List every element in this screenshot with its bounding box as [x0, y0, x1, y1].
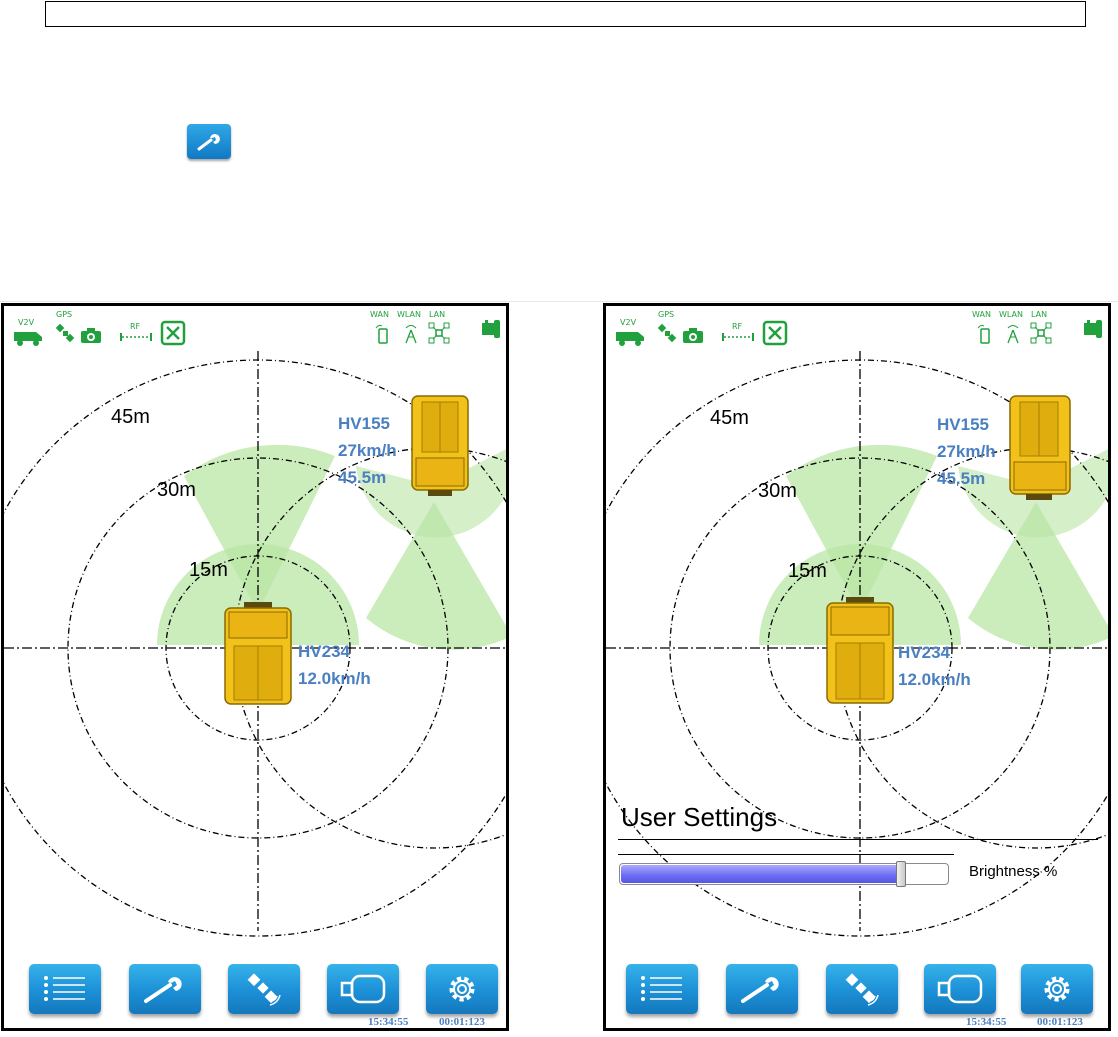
settings-button[interactable]	[1021, 964, 1093, 1014]
wrench-icon	[741, 977, 779, 1003]
vehicle-speed: 27km/h	[937, 442, 996, 461]
rf-range-icon	[722, 333, 754, 341]
vehicle-distance: 45.5m	[937, 469, 986, 488]
gps-label: GPS	[56, 310, 73, 319]
lan-network-icon	[1030, 322, 1052, 344]
wlan-antenna-icon	[1007, 325, 1019, 344]
vehicle-hv234-icon	[224, 602, 292, 705]
brightness-slider[interactable]	[619, 861, 949, 887]
satellite-icon	[247, 973, 281, 1006]
gps-satellite-icon	[55, 323, 75, 343]
settings-divider	[618, 854, 954, 855]
connector-icon	[1084, 320, 1102, 338]
wrench-button[interactable]	[726, 964, 798, 1014]
brightness-label: Brightness %	[969, 863, 1058, 880]
v2v-label: V2V	[18, 318, 35, 327]
camera-button[interactable]	[924, 964, 996, 1014]
wrench-icon	[197, 133, 220, 150]
radius-label-30m: 30m	[157, 479, 196, 501]
wrench-icon	[144, 977, 182, 1003]
radius-label-45m: 45m	[111, 406, 150, 428]
vehicle-id: HV234	[898, 643, 950, 662]
wan-label: WAN	[972, 310, 991, 319]
vehicle-speed: 12.0km/h	[298, 669, 371, 688]
radar-screen-left: V2V GPS RF WAN WLAN LAN 15m 30m 45m HV15…	[1, 303, 509, 1031]
connector-icon	[482, 320, 500, 338]
lan-label: LAN	[1031, 310, 1048, 319]
camera-icon	[937, 974, 983, 1004]
satellite-button[interactable]	[826, 964, 898, 1014]
rf-label: RF	[732, 322, 743, 331]
vehicle-hv155-icon	[1009, 395, 1071, 500]
list-button[interactable]	[29, 964, 101, 1014]
radius-label-15m: 15m	[189, 559, 228, 581]
vehicle-id: HV234	[298, 642, 350, 661]
wan-label: WAN	[370, 310, 389, 319]
vehicle-hv234-icon	[826, 597, 894, 704]
lan-network-icon	[428, 322, 450, 344]
vehicle-label-hv155[interactable]: HV155 27km/h 45.5m	[937, 411, 996, 492]
vehicle-speed: 27km/h	[338, 441, 397, 460]
radar-view	[4, 351, 506, 937]
brightness-slider-fill	[621, 865, 901, 883]
wrench-button[interactable]	[129, 964, 201, 1014]
rf-range-icon	[120, 333, 152, 341]
brightness-slider-thumb[interactable]	[896, 861, 906, 887]
gear-icon	[1044, 976, 1070, 1002]
bottom-toolbar	[4, 962, 506, 1018]
wan-phone-icon	[977, 324, 990, 344]
gps-satellite-icon	[657, 323, 677, 343]
lan-label: LAN	[429, 310, 446, 319]
vehicle-hv155-icon	[411, 395, 469, 496]
clock-time: 15:34:55	[966, 1016, 1007, 1028]
wlan-antenna-icon	[405, 325, 417, 344]
wlan-label: WLAN	[999, 310, 1024, 319]
camera-button[interactable]	[327, 964, 399, 1014]
v2v-truck-icon	[616, 332, 644, 346]
rf-disconnected-icon	[762, 320, 788, 346]
vehicle-id: HV155	[937, 415, 989, 434]
section-divider	[0, 301, 1118, 302]
vehicle-label-hv234[interactable]: HV234 12.0km/h	[298, 638, 371, 692]
settings-title: User Settings	[621, 802, 778, 832]
satellite-icon	[845, 973, 879, 1006]
clock-elapsed: 00:01:123	[1037, 1016, 1083, 1028]
settings-divider	[618, 839, 1098, 840]
radius-label-30m: 30m	[758, 480, 797, 502]
gps-label: GPS	[658, 310, 675, 319]
camera-icon	[340, 974, 386, 1004]
clock-elapsed: 00:01:123	[439, 1016, 485, 1028]
rf-label: RF	[130, 322, 141, 331]
settings-button[interactable]	[426, 964, 498, 1014]
radius-label-45m: 45m	[710, 407, 749, 429]
v2v-label: V2V	[620, 318, 637, 327]
wlan-label: WLAN	[397, 310, 422, 319]
vehicle-id: HV155	[338, 414, 390, 433]
camera-status-icon	[683, 328, 703, 343]
satellite-button[interactable]	[228, 964, 300, 1014]
wrench-button[interactable]	[187, 124, 231, 159]
list-icon	[44, 976, 85, 1001]
radar-screen-right: V2V GPS RF WAN WLAN LAN 15m 30m 45m HV15…	[603, 303, 1111, 1031]
v2v-truck-icon	[14, 332, 42, 346]
vehicle-speed: 12.0km/h	[898, 670, 971, 689]
list-icon	[641, 976, 682, 1001]
top-text-box	[45, 1, 1086, 27]
gear-icon	[449, 976, 475, 1002]
vehicle-label-hv155[interactable]: HV155 27km/h 45.5m	[338, 410, 397, 491]
camera-status-icon	[81, 328, 101, 343]
list-button[interactable]	[626, 964, 698, 1014]
vehicle-label-hv234[interactable]: HV234 12.0km/h	[898, 639, 971, 693]
vehicle-distance: 45.5m	[338, 468, 387, 487]
rf-disconnected-icon	[160, 320, 186, 346]
wan-phone-icon	[375, 324, 388, 344]
radius-label-15m: 15m	[788, 560, 827, 582]
clock-time: 15:34:55	[368, 1016, 409, 1028]
bottom-toolbar	[606, 962, 1108, 1018]
